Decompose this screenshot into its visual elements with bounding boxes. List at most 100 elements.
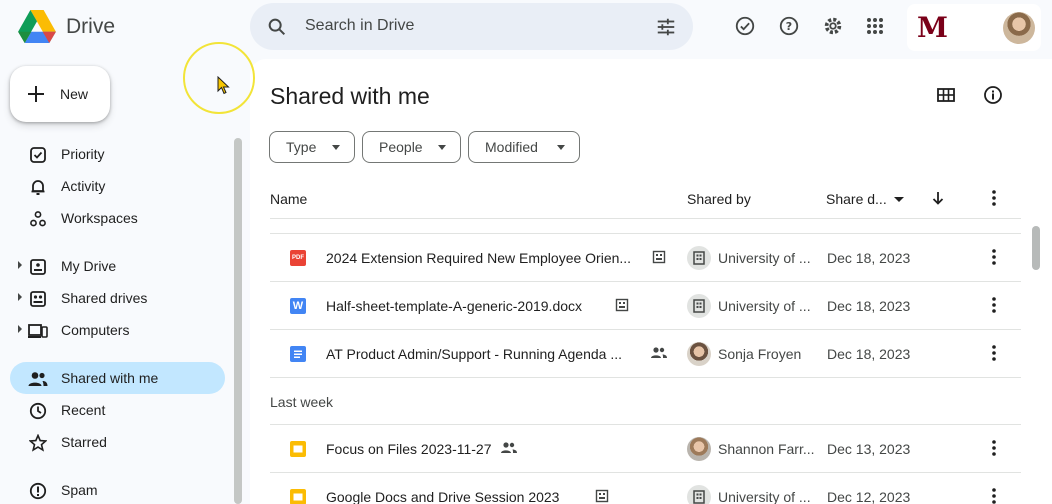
search-options-icon[interactable] <box>655 16 677 38</box>
grid-view-icon[interactable] <box>936 85 956 105</box>
sidebar-item-computers[interactable]: Computers <box>10 314 225 346</box>
settings-icon[interactable] <box>821 14 845 38</box>
table-row[interactable]: Google Docs and Drive Session 2023 Unive… <box>270 473 1021 504</box>
file-name[interactable]: AT Product Admin/Support - Running Agend… <box>326 346 622 362</box>
new-button-label: New <box>60 86 89 102</box>
chip-label: Type <box>286 139 317 155</box>
sidebar-item-my-drive[interactable]: My Drive <box>10 250 225 282</box>
sidebar-item-spam[interactable]: Spam <box>10 474 225 504</box>
share-date: Dec 12, 2023 <box>827 489 911 504</box>
sidebar-item-workspaces[interactable]: Workspaces <box>10 202 225 234</box>
drive-logo-icon <box>18 10 56 44</box>
user-avatar[interactable] <box>1003 12 1035 44</box>
shared-by: Shannon Farr... <box>718 441 815 457</box>
sidebar-scrollbar[interactable] <box>234 138 242 504</box>
word-file-icon: W <box>290 298 306 314</box>
row-more-icon[interactable] <box>988 439 1000 457</box>
filter-people-chip[interactable]: People <box>362 131 461 163</box>
slides-file-icon <box>290 441 306 457</box>
plus-icon <box>28 86 44 102</box>
shared-by: University of ... <box>718 489 811 504</box>
dropdown-arrow-icon <box>438 145 446 150</box>
file-name[interactable]: Half-sheet-template-A-generic-2019.docx <box>326 298 582 314</box>
row-more-icon[interactable] <box>988 296 1000 314</box>
help-icon[interactable]: ? <box>777 14 801 38</box>
shared-people-icon <box>651 347 667 358</box>
file-name[interactable]: Google Docs and Drive Session 2023 <box>326 489 559 504</box>
row-more-icon[interactable] <box>988 344 1000 362</box>
row-more-icon[interactable] <box>988 487 1000 504</box>
account-area[interactable]: M <box>907 4 1041 51</box>
sidebar-item-shared-with-me[interactable]: Shared with me <box>10 362 225 394</box>
share-date: Dec 18, 2023 <box>827 250 911 266</box>
file-name[interactable]: 2024 Extension Required New Employee Ori… <box>326 250 631 266</box>
priority-icon <box>28 145 48 165</box>
filter-modified-chip[interactable]: Modified <box>468 131 580 163</box>
mouse-cursor-icon <box>217 76 230 95</box>
building-icon <box>687 294 711 318</box>
people-icon <box>28 369 48 389</box>
column-header-name[interactable]: Name <box>270 191 307 207</box>
row-more-icon[interactable] <box>988 248 1000 266</box>
info-icon[interactable] <box>983 85 1003 105</box>
sort-direction-icon[interactable] <box>930 190 946 206</box>
spam-icon <box>28 481 48 501</box>
shared-with-org-icon <box>595 489 609 503</box>
shared-by: University of ... <box>718 298 811 314</box>
person-photo <box>687 437 711 461</box>
search-input[interactable]: Search in Drive <box>305 17 414 35</box>
share-date: Dec 18, 2023 <box>827 298 911 314</box>
share-date: Dec 13, 2023 <box>827 441 911 457</box>
shared-by: University of ... <box>718 250 811 266</box>
chip-label: People <box>379 139 423 155</box>
sort-menu-arrow-icon[interactable] <box>894 197 904 202</box>
computers-icon <box>28 321 48 341</box>
sidebar-item-label: Workspaces <box>61 210 138 226</box>
clock-icon <box>28 401 48 421</box>
sidebar-item-priority[interactable]: Priority <box>10 138 225 170</box>
ready-for-offline-icon[interactable] <box>733 14 757 38</box>
shared-with-org-icon <box>652 250 666 264</box>
main-content: Shared with me Type People Modified Name… <box>250 59 1052 504</box>
sidebar-item-activity[interactable]: Activity <box>10 170 225 202</box>
sidebar-item-recent[interactable]: Recent <box>10 394 225 426</box>
column-header-share-date[interactable]: Share d... <box>826 191 887 207</box>
sidebar-item-label: Activity <box>61 178 106 194</box>
sidebar-item-label: Shared with me <box>61 370 159 386</box>
sidebar-item-label: Priority <box>61 146 105 162</box>
shared-drives-icon <box>28 289 48 309</box>
column-header-shared-by[interactable]: Shared by <box>687 191 751 207</box>
table-row[interactable]: Focus on Files 2023-11-27 Shannon Farr..… <box>270 425 1021 473</box>
search-icon[interactable] <box>266 16 288 38</box>
sidebar-item-starred[interactable]: Starred <box>10 426 225 458</box>
filter-type-chip[interactable]: Type <box>269 131 355 163</box>
expand-caret-icon[interactable] <box>18 293 22 301</box>
dropdown-arrow-icon <box>332 145 340 150</box>
more-options-icon[interactable] <box>986 189 1002 207</box>
docs-file-icon <box>290 346 306 362</box>
pdf-file-icon: PDF <box>290 250 306 266</box>
expand-caret-icon[interactable] <box>18 261 22 269</box>
sidebar-item-shared-drives[interactable]: Shared drives <box>10 282 225 314</box>
new-button[interactable]: New <box>10 66 110 122</box>
table-row[interactable]: PDF 2024 Extension Required New Employee… <box>270 234 1021 282</box>
workspaces-icon <box>28 209 48 229</box>
main-scrollbar[interactable] <box>1032 226 1040 270</box>
apps-grid-icon[interactable] <box>863 14 887 38</box>
section-header-last-week: Last week <box>270 394 334 410</box>
slides-file-icon <box>290 489 306 504</box>
drive-logo[interactable]: Drive <box>18 10 115 44</box>
file-name[interactable]: Focus on Files 2023-11-27 <box>326 441 492 457</box>
search-bar[interactable]: Search in Drive <box>250 3 693 50</box>
sidebar-item-label: Starred <box>61 434 107 450</box>
table-row[interactable]: AT Product Admin/Support - Running Agend… <box>270 330 1021 378</box>
building-icon <box>687 246 711 270</box>
my-drive-icon <box>28 257 48 277</box>
person-photo <box>687 342 711 366</box>
table-row[interactable]: W Half-sheet-template-A-generic-2019.doc… <box>270 282 1021 330</box>
organization-logo: M <box>917 11 948 44</box>
shared-people-icon <box>501 442 517 453</box>
sidebar-item-label: Spam <box>61 482 98 498</box>
building-icon <box>687 485 711 504</box>
expand-caret-icon[interactable] <box>18 325 22 333</box>
